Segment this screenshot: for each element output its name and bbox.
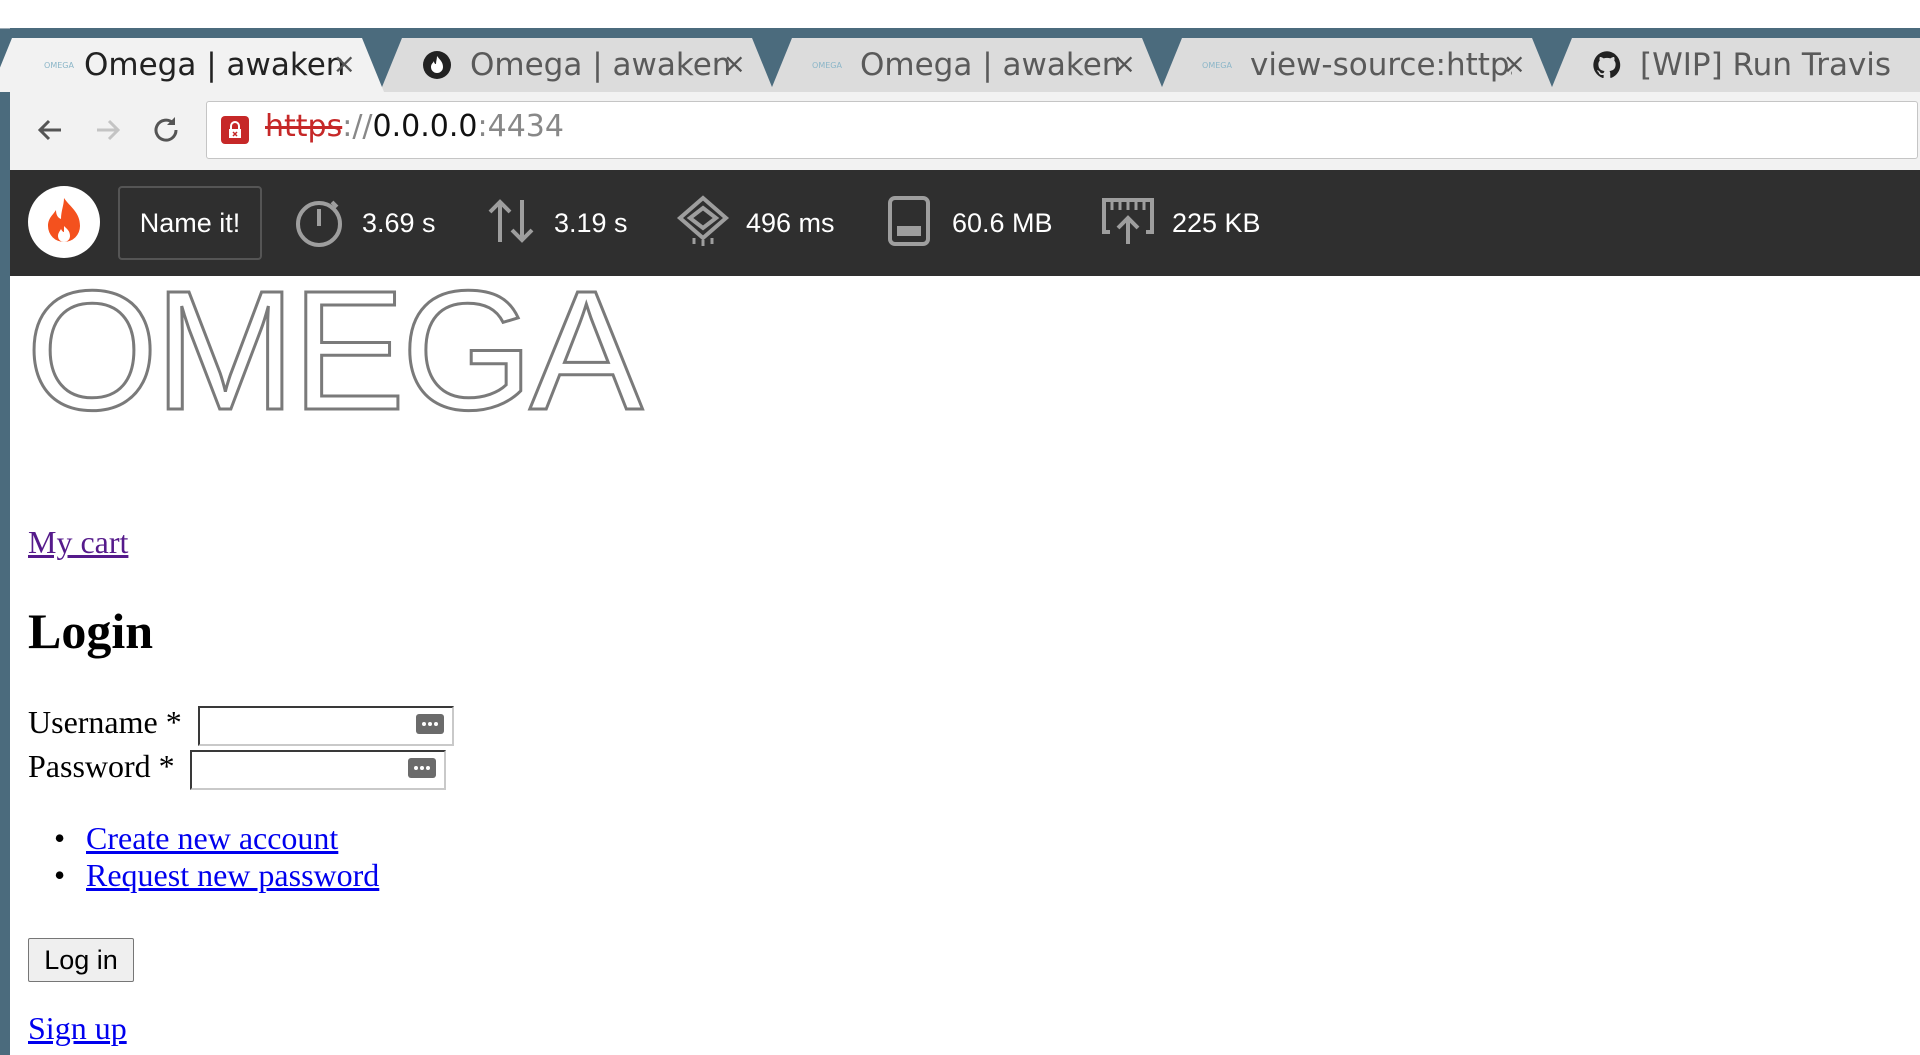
- github-icon: [1590, 52, 1624, 78]
- omega-brand-logo: OMEGA: [25, 256, 645, 446]
- username-label: Username *: [28, 704, 182, 740]
- tab-view-source[interactable]: OMEGA view-source:https: ×: [1160, 38, 1554, 92]
- address-bar[interactable]: https://0.0.0.0:4434: [206, 101, 1918, 159]
- close-tab-icon[interactable]: ×: [1503, 47, 1526, 80]
- tab-strip: [WIP] Run Travis C OMEGA view-source:htt…: [10, 28, 1920, 92]
- username-row: Username *: [28, 704, 182, 741]
- stopwatch-icon: [292, 194, 346, 253]
- page-content: OMEGA My cart Login Username * Password …: [10, 265, 1920, 1055]
- metric-transfer-size[interactable]: 225 KB: [1100, 188, 1261, 258]
- tab-title: [WIP] Run Travis C: [1640, 47, 1902, 83]
- cpu-chip-icon: [676, 194, 730, 253]
- url-separator: ://: [342, 109, 373, 144]
- flame-logo-icon[interactable]: [28, 186, 100, 258]
- url-port: :4434: [477, 109, 564, 144]
- tab-title: Omega | awakenin: [860, 47, 1122, 83]
- url-host: 0.0.0.0: [372, 109, 478, 144]
- omega-logo-icon: OMEGA: [1202, 60, 1232, 70]
- window-top-bar: [0, 0, 1920, 29]
- password-input[interactable]: [190, 750, 446, 790]
- tab-title: Omega | awakenin: [84, 47, 346, 83]
- url-scheme: https: [265, 109, 343, 144]
- list-item: Create new account: [54, 820, 379, 857]
- create-account-link[interactable]: Create new account: [86, 820, 338, 856]
- metric-transfer-time[interactable]: 3.19 s: [484, 188, 628, 258]
- request-password-link[interactable]: Request new password: [86, 857, 379, 893]
- omega-logo-icon: OMEGA: [812, 60, 842, 70]
- browser-chrome: [WIP] Run Travis C OMEGA view-source:htt…: [10, 28, 1920, 171]
- tab-omega-3[interactable]: OMEGA Omega | awakenin ×: [770, 38, 1164, 92]
- close-tab-icon[interactable]: ×: [723, 47, 746, 80]
- forward-arrow-icon[interactable]: [86, 108, 130, 152]
- back-arrow-icon[interactable]: [28, 108, 72, 152]
- network-upload-icon: [1100, 194, 1156, 253]
- password-manager-key-icon[interactable]: [408, 758, 436, 778]
- password-manager-key-icon[interactable]: [416, 714, 444, 734]
- page-title: Login: [28, 603, 154, 659]
- my-cart-link[interactable]: My cart: [28, 524, 128, 561]
- sign-up-link[interactable]: Sign up: [28, 1010, 127, 1047]
- insecure-lock-icon[interactable]: [221, 116, 249, 144]
- omega-logo-icon: OMEGA: [44, 60, 74, 70]
- metric-value: 3.69 s: [362, 207, 436, 238]
- tab-omega-active[interactable]: OMEGA Omega | awakenin ×: [0, 38, 384, 92]
- memory-icon: [882, 194, 936, 253]
- list-item: Request new password: [54, 857, 379, 894]
- tab-title: view-source:https:: [1250, 47, 1512, 83]
- tab-omega-2[interactable]: Omega | awakenin ×: [380, 38, 774, 92]
- tab-title: Omega | awakenin: [470, 47, 732, 83]
- close-tab-icon[interactable]: ×: [333, 47, 356, 80]
- username-input[interactable]: [198, 706, 454, 746]
- login-button[interactable]: Log in: [28, 938, 134, 982]
- password-label: Password *: [28, 748, 175, 784]
- url-text: https://0.0.0.0:4434: [265, 109, 564, 144]
- metric-value: 3.19 s: [554, 207, 628, 238]
- metric-value: 496 ms: [746, 207, 835, 238]
- up-down-arrows-icon: [484, 194, 538, 253]
- metric-memory[interactable]: 60.6 MB: [882, 188, 1053, 258]
- tab-wip-run-travis[interactable]: [WIP] Run Travis C: [1550, 38, 1920, 92]
- metric-value: 225 KB: [1172, 207, 1261, 238]
- close-tab-icon[interactable]: ×: [1113, 47, 1136, 80]
- password-row: Password *: [28, 748, 175, 785]
- metric-load-time[interactable]: 3.69 s: [292, 188, 436, 258]
- account-links-list: Create new account Request new password: [54, 820, 379, 894]
- metric-value: 60.6 MB: [952, 207, 1053, 238]
- name-it-button[interactable]: Name it!: [118, 186, 262, 260]
- navigation-row: https://0.0.0.0:4434: [10, 92, 1920, 171]
- reload-icon[interactable]: [144, 108, 188, 152]
- metric-cpu[interactable]: 496 ms: [676, 188, 835, 258]
- flame-icon: [420, 52, 454, 78]
